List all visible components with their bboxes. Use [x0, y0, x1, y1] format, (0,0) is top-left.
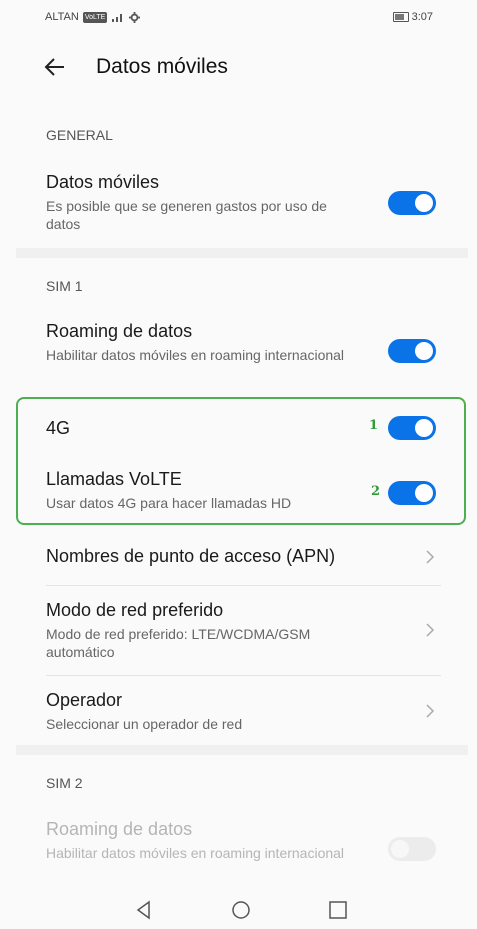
operator-row[interactable]: Operador Seleccionar un operador de red [46, 689, 441, 733]
carrier-name: ALTAN [45, 11, 79, 23]
network-mode-subtitle: Modo de red preferido: LTE/WCDMA/GSM aut… [46, 626, 311, 660]
sim2-roaming-subtitle: Habilitar datos móviles en roaming inter… [46, 845, 345, 861]
section-general-label: GENERAL [46, 127, 113, 143]
lte-4g-row[interactable]: 4G [46, 417, 441, 439]
signal-icon [112, 14, 123, 22]
chevron-right-icon [426, 623, 435, 637]
nav-recents-square-icon[interactable] [327, 899, 349, 921]
operator-title: Operador [46, 690, 123, 710]
status-bar: ALTAN VoLTE 3:07 [0, 0, 477, 40]
toggle-knob [415, 194, 433, 212]
section-sim2-label: SIM 2 [46, 775, 83, 791]
toggle-knob [415, 484, 433, 502]
sim1-roaming-title: Roaming de datos [46, 321, 193, 341]
operator-subtitle: Seleccionar un operador de red [46, 716, 243, 732]
volte-calls-row[interactable]: Llamadas VoLTE Usar datos 4G para hacer … [46, 468, 441, 512]
network-mode-row[interactable]: Modo de red preferido Modo de red prefer… [46, 599, 441, 661]
annotation-marker-2: 2 [371, 484, 381, 499]
status-left: ALTAN VoLTE [45, 11, 141, 23]
volte-calls-title: Llamadas VoLTE [46, 469, 182, 489]
sim2-roaming-row[interactable]: Roaming de datos Habilitar datos móviles… [46, 818, 441, 862]
lte-4g-toggle[interactable] [388, 416, 436, 440]
mobile-data-toggle[interactable] [388, 191, 436, 215]
nav-home-circle-icon[interactable] [230, 899, 252, 921]
network-mode-title: Modo de red preferido [46, 600, 224, 620]
volte-calls-subtitle: Usar datos 4G para hacer llamadas HD [46, 495, 292, 511]
volte-calls-toggle[interactable] [388, 481, 436, 505]
apn-title: Nombres de punto de acceso (APN) [46, 546, 336, 566]
mobile-data-title: Datos móviles [46, 172, 160, 192]
chevron-right-icon [426, 550, 435, 564]
annotation-marker-1: 1 [369, 418, 379, 433]
app-bar: Datos móviles [0, 48, 477, 90]
lte-4g-title: 4G [46, 418, 71, 438]
nav-back-triangle-icon[interactable] [133, 899, 155, 921]
section-divider [16, 248, 468, 258]
row-divider [46, 675, 441, 676]
row-divider [46, 585, 441, 586]
back-arrow-icon[interactable] [42, 54, 68, 80]
sim1-roaming-row[interactable]: Roaming de datos Habilitar datos móviles… [46, 320, 441, 364]
section-sim1-label: SIM 1 [46, 278, 83, 294]
chevron-right-icon [426, 704, 435, 718]
status-right: 3:07 [392, 11, 433, 23]
settings-gear-icon [129, 11, 141, 23]
system-nav-bar [0, 895, 477, 929]
clock: 3:07 [411, 11, 433, 23]
battery-icon [392, 12, 409, 22]
sim1-roaming-toggle[interactable] [388, 339, 436, 363]
sim2-roaming-toggle[interactable] [388, 837, 436, 861]
mobile-data-row[interactable]: Datos móviles Es posible que se generen … [46, 171, 441, 233]
sim2-roaming-title: Roaming de datos [46, 819, 193, 839]
section-divider [16, 745, 468, 755]
toggle-knob [415, 419, 433, 437]
apn-row[interactable]: Nombres de punto de acceso (APN) [46, 545, 441, 567]
mobile-data-subtitle: Es posible que se generen gastos por uso… [46, 198, 327, 232]
sim1-roaming-subtitle: Habilitar datos móviles en roaming inter… [46, 347, 345, 363]
volte-badge: VoLTE [82, 11, 108, 23]
toggle-knob [415, 342, 433, 360]
page-title: Datos móviles [96, 55, 228, 78]
toggle-knob [391, 840, 409, 858]
